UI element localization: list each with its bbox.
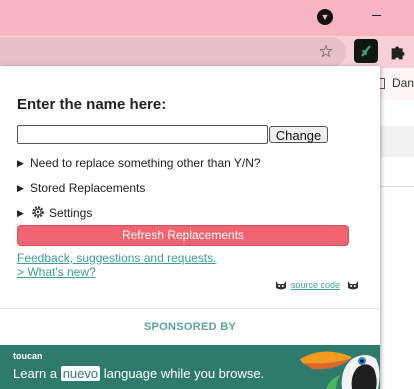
refresh-replacements-button[interactable]: Refresh Replacements	[17, 225, 349, 246]
page-button[interactable]	[380, 126, 414, 157]
toucan-icon	[300, 351, 380, 389]
disclosure-triangle-icon[interactable]: ▶	[17, 208, 24, 219]
bookmark-star-icon[interactable]: ☆	[316, 40, 336, 64]
minimize-icon[interactable]	[372, 15, 381, 16]
name-input[interactable]	[17, 125, 268, 144]
popup-divider	[0, 308, 380, 309]
puzzle-icon[interactable]	[388, 41, 410, 63]
source-code-link[interactable]: source code	[291, 280, 340, 290]
address-bar[interactable]	[0, 37, 346, 67]
profile-dropdown-icon[interactable]: ▼	[317, 9, 333, 25]
feedback-link[interactable]: Feedback, suggestions and requests.	[17, 251, 216, 265]
section-settings[interactable]: Settings	[49, 206, 92, 220]
gear-icon	[32, 206, 44, 218]
sponsored-label: SPONSORED BY	[143, 321, 237, 333]
sponsor-highlight: nuevo	[60, 366, 101, 381]
whats-new-link[interactable]: > What's new?	[17, 265, 96, 279]
change-button[interactable]: Change	[269, 126, 328, 143]
disclosure-triangle-icon[interactable]: ▶	[17, 158, 24, 169]
sponsor-brand: toucan	[13, 351, 43, 361]
mascot-icon	[276, 281, 286, 290]
mascot-icon	[348, 281, 358, 290]
extension-icon[interactable]	[354, 39, 378, 63]
bookmark-item[interactable]: Dan	[392, 76, 414, 90]
sponsor-text-end: language while you browse.	[100, 366, 265, 381]
browser-titlebar	[0, 0, 414, 36]
disclosure-triangle-icon[interactable]: ▶	[17, 183, 24, 194]
sponsor-text-start: Learn a	[13, 366, 61, 381]
name-prompt: Enter the name here:	[17, 96, 167, 113]
section-replace-other[interactable]: Need to replace something other than Y/N…	[30, 156, 261, 170]
page-divider	[380, 186, 414, 187]
section-stored-replacements[interactable]: Stored Replacements	[30, 181, 145, 195]
sponsor-text: Learn a nuevo language while you browse.	[13, 366, 264, 381]
